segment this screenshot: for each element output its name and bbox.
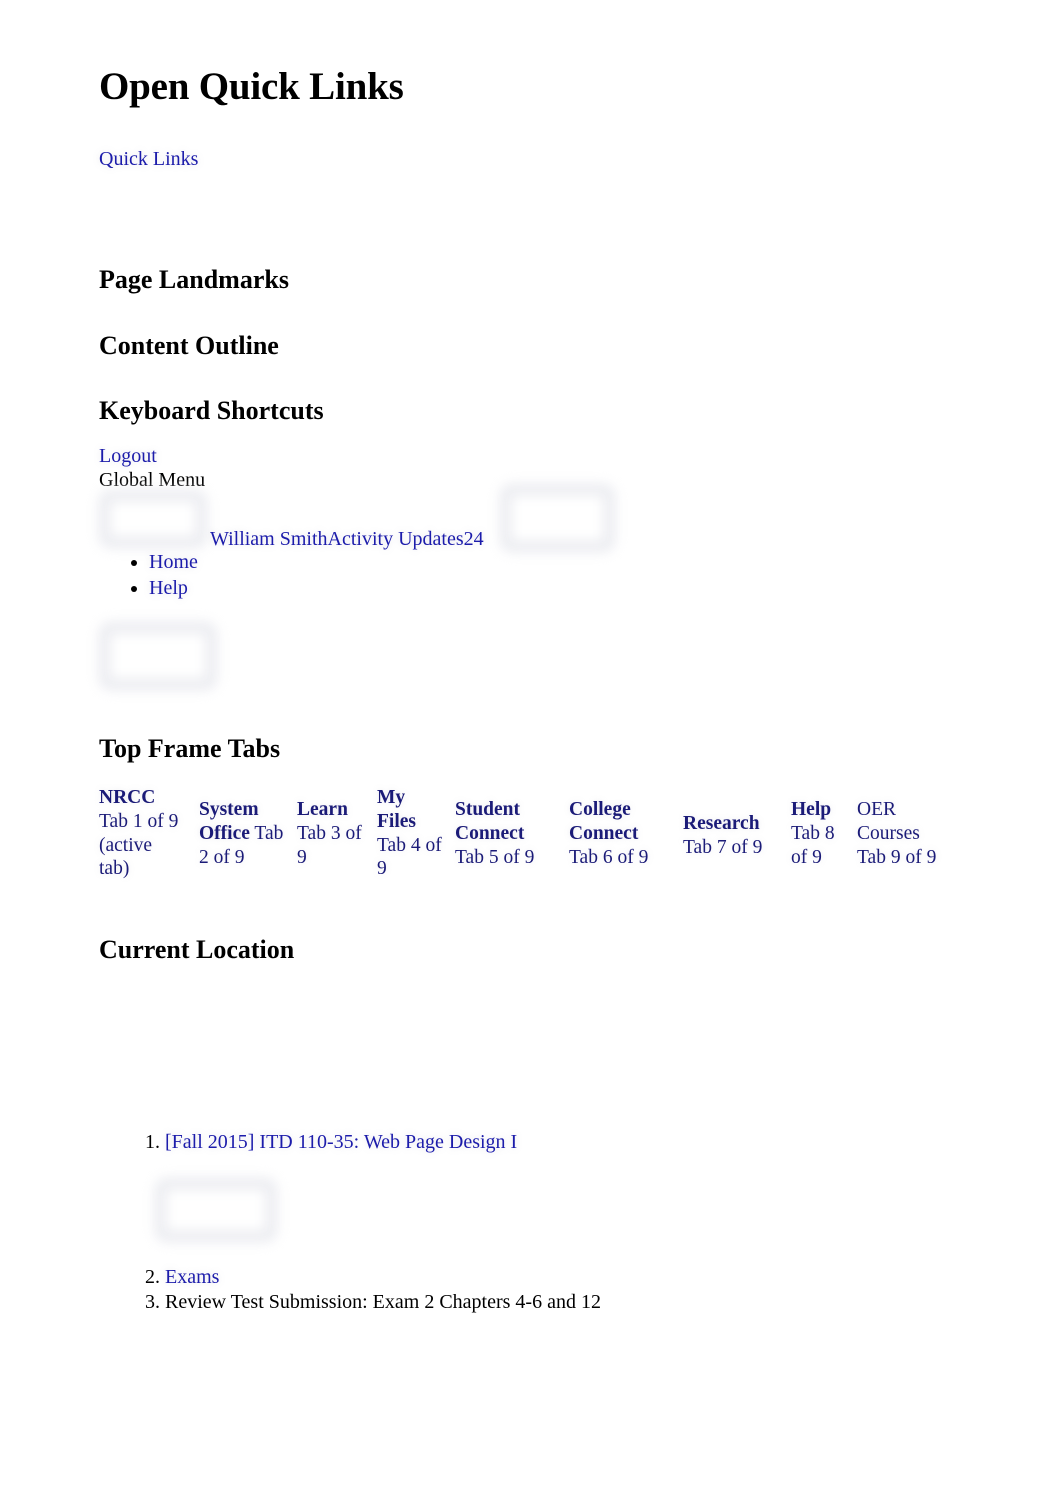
global-menu-item-home[interactable]: Home xyxy=(149,551,198,573)
tab-label: My Files xyxy=(377,787,416,832)
activity-updates-badge-icon xyxy=(500,484,615,552)
top-frame-tab-learn[interactable]: Learn Tab 3 of 9 xyxy=(297,798,367,869)
top-frame-tab-research[interactable]: Research Tab 7 of 9 xyxy=(683,812,775,860)
top-frame-tab-student-connect[interactable]: Student Connect Tab 5 of 9 xyxy=(455,798,545,869)
user-activity-updates-link[interactable]: William SmithActivity Updates24 xyxy=(210,527,484,551)
tab-label: Student Connect xyxy=(455,799,525,844)
tab-position: Tab 7 of 9 xyxy=(683,836,763,858)
tab-label: Research xyxy=(683,813,760,834)
breadcrumb: [Fall 2015] ITD 110-35: Web Page Design … xyxy=(133,1130,601,1315)
tab-label: Learn xyxy=(297,799,348,820)
tab-position: Tab 6 of 9 xyxy=(569,846,649,868)
tab-label: Help xyxy=(791,799,832,820)
breadcrumb-item-exams[interactable]: Exams xyxy=(165,1266,219,1288)
top-frame-tab-nrcc[interactable]: NRCC Tab 1 of 9 (active tab) xyxy=(99,786,187,881)
list-item: Review Test Submission: Exam 2 Chapters … xyxy=(165,1290,601,1315)
top-frame-tab-my-files[interactable]: My Files Tab 4 of 9 xyxy=(377,786,445,881)
global-menu-item-help[interactable]: Help xyxy=(149,577,188,599)
user-avatar-icon xyxy=(99,490,207,548)
tab-label: NRCC xyxy=(99,787,156,808)
list-item: Exams xyxy=(165,1265,601,1290)
list-item: Home xyxy=(149,549,198,575)
tab-label: OER Courses xyxy=(857,799,920,844)
breadcrumb-item-course[interactable]: [Fall 2015] ITD 110-35: Web Page Design … xyxy=(165,1131,517,1153)
section-heading-page-landmarks: Page Landmarks xyxy=(99,265,289,294)
tab-position: Tab 1 of 9 (active tab) xyxy=(99,810,179,880)
top-frame-tab-oer-courses[interactable]: OER Courses Tab 9 of 9 xyxy=(857,798,953,869)
tab-label: College Connect xyxy=(569,799,639,844)
tab-position: Tab 9 of 9 xyxy=(857,846,937,868)
tab-position: Tab 3 of 9 xyxy=(297,822,362,868)
quick-links-page: Open Quick Links Quick Links Page Landma… xyxy=(0,0,1062,1506)
quick-links-link[interactable]: Quick Links xyxy=(99,147,198,171)
top-frame-tab-system-office[interactable]: System Office Tab 2 of 9 xyxy=(199,798,287,869)
global-menu-list: Home Help xyxy=(125,549,198,602)
list-item: [Fall 2015] ITD 110-35: Web Page Design … xyxy=(165,1130,601,1155)
section-heading-content-outline: Content Outline xyxy=(99,331,279,360)
global-menu-label: Global Menu xyxy=(99,469,206,491)
logout-link[interactable]: Logout xyxy=(99,444,157,468)
top-frame-tab-help[interactable]: Help Tab 8 of 9 xyxy=(791,798,843,869)
section-heading-current-location: Current Location xyxy=(99,935,295,964)
section-heading-keyboard-shortcuts: Keyboard Shortcuts xyxy=(99,396,324,425)
tab-position: Tab 8 of 9 xyxy=(791,822,835,868)
section-heading-top-frame-tabs: Top Frame Tabs xyxy=(99,734,281,763)
list-item: Help xyxy=(149,575,198,601)
tab-position: Tab 5 of 9 xyxy=(455,846,535,868)
top-frame-tab-college-connect[interactable]: College Connect Tab 6 of 9 xyxy=(569,798,659,869)
page-title: Open Quick Links xyxy=(99,65,404,108)
global-menu-icon xyxy=(99,622,217,690)
top-frame-tabs-list: NRCC Tab 1 of 9 (active tab)System Offic… xyxy=(99,786,1039,881)
tab-position: Tab 4 of 9 xyxy=(377,834,442,880)
breadcrumb-item-current: Review Test Submission: Exam 2 Chapters … xyxy=(165,1291,601,1313)
